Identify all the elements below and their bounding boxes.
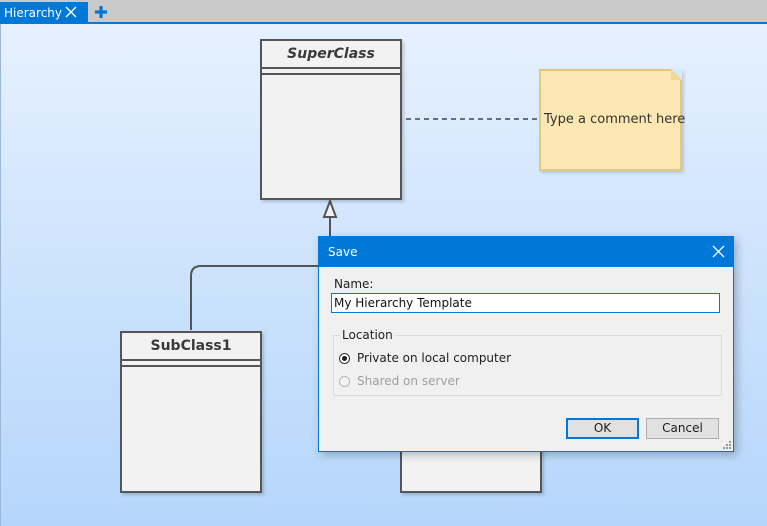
note-fold <box>671 69 682 80</box>
subclass1-name: SubClass1 <box>122 333 260 361</box>
tab-label: Hierarchy <box>4 6 63 20</box>
superclass-name: SuperClass <box>262 41 400 69</box>
name-label: Name: <box>334 277 374 291</box>
location-group: Location Private on local computer Share… <box>333 328 722 396</box>
radio-private-label: Private on local computer <box>357 351 512 365</box>
comment-note[interactable]: Type a comment here <box>539 69 686 171</box>
subclass1-box[interactable]: SubClass1 <box>120 331 262 493</box>
close-icon[interactable] <box>712 245 725 258</box>
dialog-titlebar[interactable]: Save <box>319 237 733 267</box>
save-dialog: Save Name: Location Private on local com… <box>318 236 734 452</box>
dialog-title: Save <box>328 245 358 259</box>
name-field[interactable] <box>331 293 720 313</box>
inheritance-arrowhead <box>322 198 338 218</box>
tab-hierarchy[interactable]: Hierarchy <box>0 2 88 24</box>
location-label: Location <box>340 328 395 342</box>
attributes-compartment <box>122 361 260 367</box>
inheritance-line <box>190 217 331 330</box>
resize-grip-icon[interactable] <box>723 441 731 449</box>
ok-button[interactable]: OK <box>566 418 639 439</box>
radio-private[interactable]: Private on local computer <box>339 351 511 365</box>
plus-icon[interactable] <box>94 5 108 19</box>
note-text: Type a comment here <box>544 112 686 127</box>
radio-shared-label: Shared on server <box>357 374 460 388</box>
tab-strip: Hierarchy <box>0 0 767 24</box>
close-icon[interactable] <box>64 5 78 19</box>
attributes-compartment <box>262 69 400 75</box>
radio-shared: Shared on server <box>339 374 460 388</box>
superclass-box[interactable]: SuperClass <box>260 39 402 200</box>
cancel-button[interactable]: Cancel <box>646 418 719 439</box>
radio-button <box>339 375 350 387</box>
radio-button[interactable] <box>339 352 350 364</box>
